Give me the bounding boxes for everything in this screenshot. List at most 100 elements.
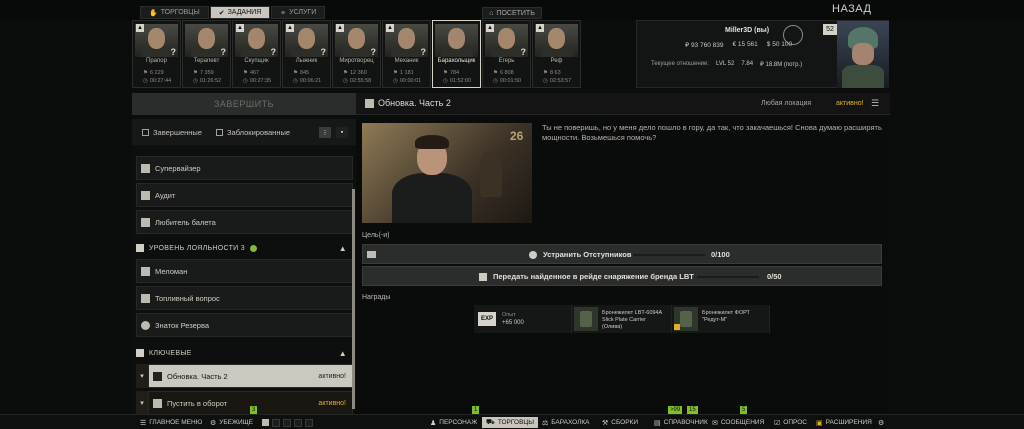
messages-button[interactable]: ✉ СООБЩЕНИЯ: [708, 417, 768, 428]
visit-button[interactable]: ⌂ ПОСЕТИТЬ: [482, 7, 542, 19]
quest-list-scrollbar[interactable]: [352, 189, 355, 409]
trader-card[interactable]: ▲? Механик ⚑ 1 181 ◷ 00:00:01: [382, 20, 431, 88]
trader-name: Барахольщик: [437, 58, 476, 64]
trader-timer: 00:27:35: [249, 78, 272, 84]
reputation-icon: ⚑: [393, 70, 398, 76]
trader-timer: 00:06:21: [299, 78, 322, 84]
trader-card[interactable]: ▲? Егерь ⚑ 6 808 ◷ 00:01:50: [482, 20, 531, 88]
reward-item[interactable]: Бронежилет ФОРТ "Редут-М": [672, 305, 770, 333]
tab-tasks[interactable]: ✔ ЗАДАНИЯ: [209, 6, 271, 19]
rewards-row: EXP Опыт +65 000 Бронежилет LBT-6094A Sl…: [474, 305, 770, 333]
trader-timer: 01:26:52: [199, 78, 222, 84]
expand-chevron-icon[interactable]: ▾: [136, 364, 148, 388]
clock-icon: ◷: [543, 78, 548, 84]
gear-icon: ⚙: [210, 419, 217, 427]
quest-icon: [141, 293, 150, 303]
clock-icon: ◷: [293, 78, 298, 84]
trader-card[interactable]: ▲? Лыжник ⚑ 845 ◷ 00:06:21: [282, 20, 331, 88]
hideout-button[interactable]: ⚙ УБЕЖИЩЕ: [206, 417, 257, 428]
trader-card[interactable]: ▲? Прапор ⚑ 6 229 ◷ 00:27:44: [132, 20, 181, 88]
armor-vest-icon: [574, 307, 598, 331]
trader-name: Реф: [550, 58, 563, 64]
clock-icon: ◷: [243, 78, 248, 84]
trader-card[interactable]: ? Терапевт ⚑ 7 359 ◷ 01:26:52: [182, 20, 231, 88]
loyalty-level-icon: ▲: [286, 24, 294, 32]
quest-location: Любая локация: [761, 100, 812, 107]
check-badge-icon: [249, 244, 257, 252]
quest-icon: [153, 398, 162, 408]
player-level-badge: 52: [823, 24, 837, 35]
chevron-up-icon: ▲: [338, 349, 347, 358]
locked-filter-checkbox[interactable]: Заблокированные: [216, 128, 290, 137]
loyalty-level-icon: ▲: [236, 24, 244, 32]
survey-button[interactable]: ☑ ОПРОС: [770, 417, 811, 428]
handbook-button[interactable]: ▤ СПРАВОЧНИК: [650, 417, 712, 428]
list-item[interactable]: Супервайзер: [136, 156, 353, 180]
handbook-badge-a: >99: [668, 406, 683, 414]
list-item[interactable]: Топливный вопрос: [136, 286, 353, 310]
loyalty-group-header[interactable]: УРОВЕНЬ ЛОЯЛЬНОСТИ 3 ▲: [136, 240, 353, 256]
trader-stat: 8 63: [549, 70, 561, 76]
cart-icon: [674, 324, 680, 330]
bottom-nav-bar: ☰ ГЛАВНОЕ МЕНЮ ⚙ УБЕЖИЩЕ ♟ ПЕРСОНАЖ ⛟ ТО…: [0, 414, 1024, 429]
quest-icon: [153, 371, 162, 381]
key-group-header[interactable]: КЛЮЧЕВЫЕ ▲: [136, 345, 353, 361]
quest-available-marker: ?: [520, 47, 527, 57]
list-view-icon[interactable]: ⁝: [319, 127, 331, 138]
player-avatar[interactable]: [837, 21, 889, 88]
trader-name: Лыжник: [295, 58, 318, 64]
settings-button[interactable]: ⚙: [874, 417, 888, 428]
trader-card[interactable]: ▲? Скупщик ⚑ 467 ◷ 00:27:35: [232, 20, 281, 88]
objective-progress-bar: [697, 276, 759, 278]
trader-stat: 7 359: [199, 70, 214, 76]
expand-chevron-icon[interactable]: ▾: [136, 391, 148, 414]
list-item[interactable]: Меломан: [136, 259, 353, 283]
quest-status: активно!: [318, 372, 346, 380]
standing-spent: ₽ 18.8M (потр.): [760, 62, 803, 68]
menu-lines-icon[interactable]: ☰: [871, 99, 879, 108]
quest-available-marker: ?: [420, 47, 427, 57]
wrench-icon: ⚙: [878, 419, 885, 427]
exp-icon: EXP: [478, 312, 496, 326]
hand-icon: ✋: [149, 9, 158, 17]
flea-market-button[interactable]: ⚖ БАРАХОЛКА: [538, 417, 593, 428]
person-icon: ♟: [430, 419, 437, 427]
checkbox-icon: [216, 129, 223, 136]
handbook-badge-b: 15: [687, 406, 698, 414]
survey-icon: ☑: [774, 419, 781, 427]
character-button[interactable]: ♟ ПЕРСОНАЖ: [426, 417, 481, 428]
loyalty-level-icon: ▲: [336, 24, 344, 32]
list-item[interactable]: Любитель балета: [136, 210, 353, 234]
complete-quest-button[interactable]: ЗАВЕРШИТЬ: [132, 93, 356, 115]
reward-item[interactable]: Бронежилет LBT-6094A Slick Plate Carrier…: [572, 305, 672, 333]
clock-icon: ◷: [193, 78, 198, 84]
traders-button[interactable]: ⛟ ТОРГОВЦЫ: [482, 417, 538, 428]
reputation-icon: ⚑: [143, 70, 148, 76]
trader-card[interactable]: Барахольщик ⚑ 784 ◷ 01:52:00: [432, 20, 481, 88]
trader-stat: 6 229: [149, 70, 164, 76]
trader-timer: 02:53:57: [549, 78, 572, 84]
top-bar: ✋ ТОРГОВЦЫ ✔ ЗАДАНИЯ ⚭ УСЛУГИ ⌂ ПОСЕТИТЬ…: [0, 0, 1024, 20]
back-button[interactable]: НАЗАД: [832, 3, 871, 15]
quest-type-icon: [365, 99, 374, 108]
list-item[interactable]: Аудит: [136, 183, 353, 207]
grid-view-icon[interactable]: ▪: [336, 127, 348, 138]
reward-exp[interactable]: EXP Опыт +65 000: [474, 305, 572, 333]
extensions-button[interactable]: ▣ РАСШИРЕНИЯ: [812, 417, 876, 428]
tab-traders[interactable]: ✋ ТОРГОВЦЫ: [140, 6, 209, 19]
trader-stat: 845: [299, 70, 310, 76]
quest-description: Ты не поверишь, но у меня дело пошло в г…: [542, 123, 882, 142]
clock-icon: ◷: [443, 78, 448, 84]
tab-services[interactable]: ⚭ УСЛУГИ: [271, 6, 326, 19]
trader-card[interactable]: ▲ Реф ⚑ 8 63 ◷ 02:53:57: [532, 20, 581, 88]
completed-filter-checkbox[interactable]: Завершенные: [142, 128, 202, 137]
standing-level: LVL 52: [716, 61, 735, 67]
trader-card[interactable]: ▲? Миротворец ⚑ 12 360 ◷ 02:55:58: [332, 20, 381, 88]
list-item[interactable]: Знаток Резерва: [136, 313, 353, 337]
image-number: 26: [510, 129, 524, 143]
hideout-slots: [258, 417, 317, 428]
selected-quest-item[interactable]: Обновка. Часть 2 активно!: [148, 364, 353, 388]
trader-name: Прапор: [146, 58, 167, 64]
main-menu-button[interactable]: ☰ ГЛАВНОЕ МЕНЮ: [136, 417, 206, 428]
builds-button[interactable]: ⚒ СБОРКИ: [598, 417, 642, 428]
